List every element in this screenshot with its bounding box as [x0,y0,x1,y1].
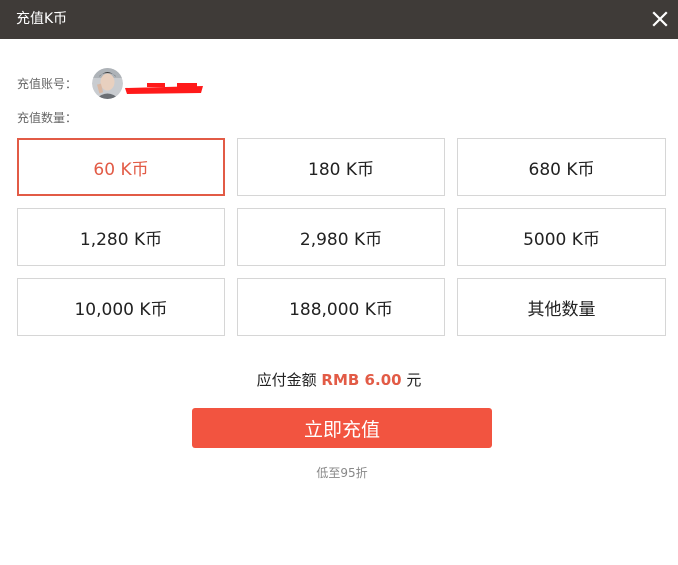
option-2980-kcoin[interactable]: 2,980 K币 [237,208,445,266]
option-10000-kcoin[interactable]: 10,000 K币 [17,278,225,336]
amount-label: 充值数量： [17,111,78,125]
recharge-dialog: 充值K币 充值账号： 充值数量： 60 K币 180 K币 680 K币 1,2… [0,0,678,565]
option-60-kcoin[interactable]: 60 K币 [17,138,225,196]
payment-suffix: 元 [406,371,422,389]
title-bar: 充值K币 [0,0,678,39]
account-label: 充值账号： [17,77,78,91]
payment-amount-line: 应付金额 RMB 6.00 元 [0,370,678,390]
option-188000-kcoin[interactable]: 188,000 K币 [237,278,445,336]
payment-prefix: 应付金额 [256,371,317,389]
option-680-kcoin[interactable]: 680 K币 [457,138,666,196]
recharge-now-button[interactable]: 立即充值 [192,408,492,448]
option-other-amount[interactable]: 其他数量 [457,278,666,336]
option-5000-kcoin[interactable]: 5000 K币 [457,208,666,266]
close-icon[interactable] [650,9,670,29]
redacted-account-name [125,80,203,94]
discount-note: 低至95折 [316,466,368,480]
option-1280-kcoin[interactable]: 1,280 K币 [17,208,225,266]
user-avatar [92,68,123,99]
dialog-title: 充值K币 [16,11,68,27]
option-180-kcoin[interactable]: 180 K币 [237,138,445,196]
payment-amount: RMB 6.00 [321,371,402,389]
